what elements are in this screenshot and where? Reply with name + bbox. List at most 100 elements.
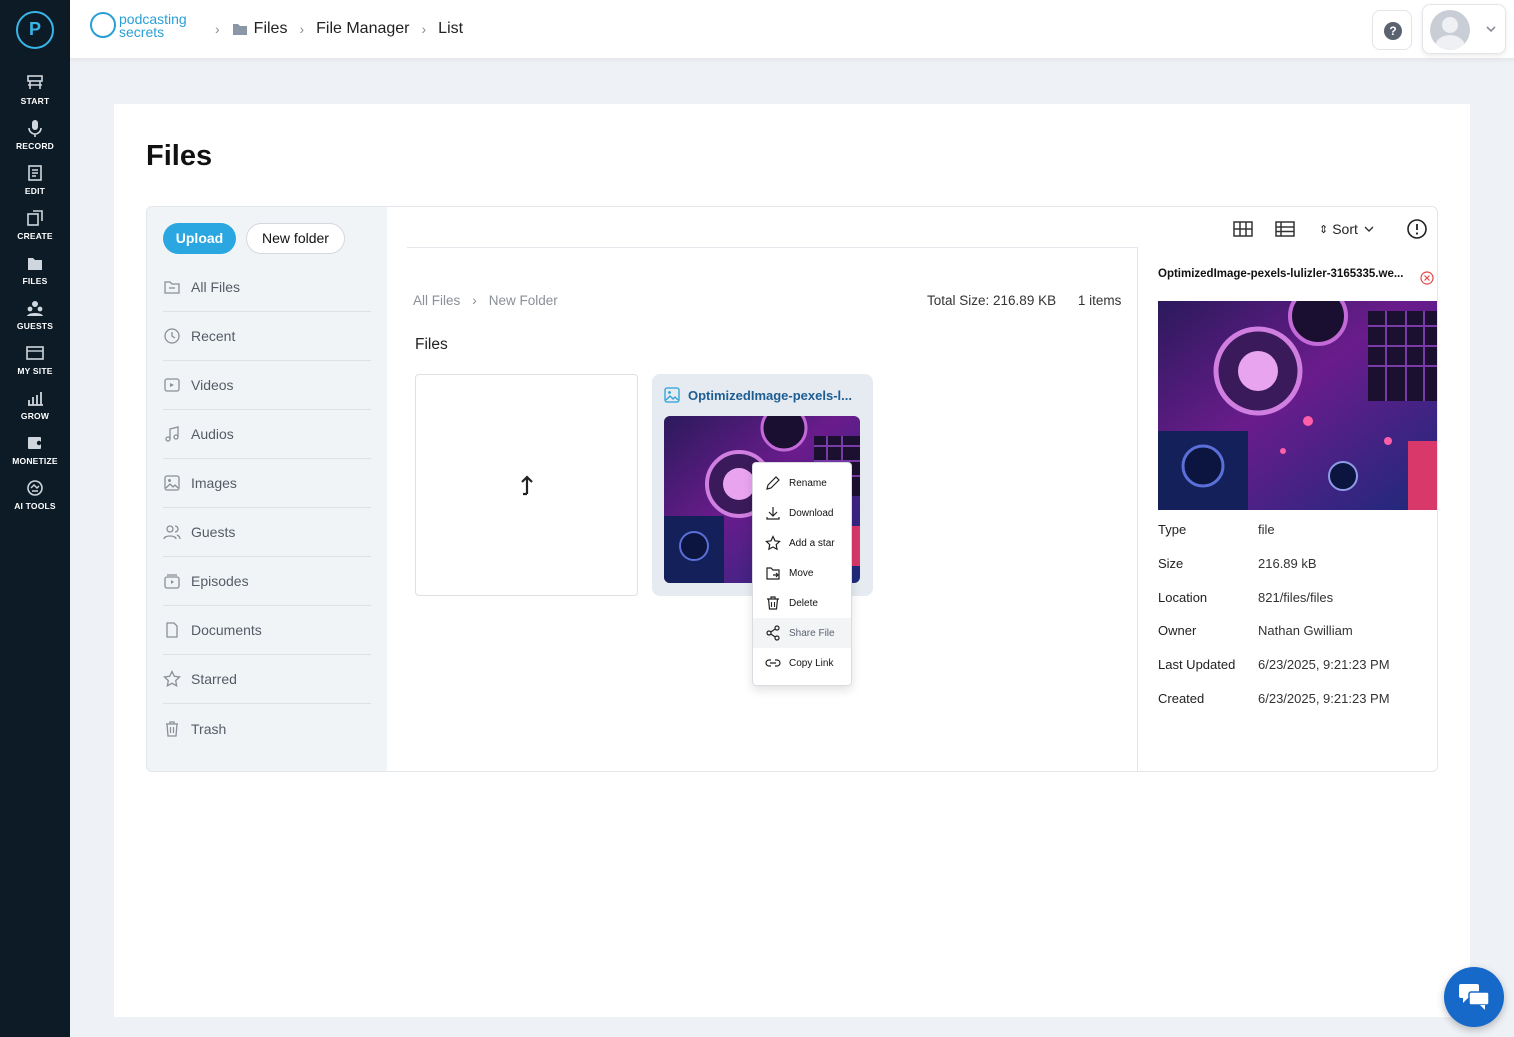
details-value: Nathan Gwilliam [1258,623,1353,638]
user-menu-button[interactable] [1422,4,1506,54]
sidebar-item-guests[interactable]: Guests [163,508,371,557]
sidebar-item-label: Starred [191,671,237,687]
details-value: 821/files/files [1258,590,1334,605]
rail-item-guests[interactable]: GUESTS [0,298,70,340]
sort-dropdown[interactable]: ⇕ Sort [1319,217,1374,241]
move-icon [766,567,780,580]
folder-totals: Total Size: 216.89 KB 1 items [927,293,1121,308]
items-count: 1 items [1077,293,1122,308]
folder-path: All Files › New Folder [413,293,558,308]
sidebar-item-label: All Files [191,279,241,295]
menu-item-label: Share File [789,627,835,639]
sidebar-item-documents[interactable]: Documents [163,606,371,655]
parent-folder-tile[interactable] [415,374,638,596]
sidebar-item-videos[interactable]: Videos [163,361,371,410]
sidebar-item-all-files[interactable]: All Files [163,263,371,312]
menu-item-label: Add a star [789,537,835,549]
menu-item-move[interactable]: Move [753,558,851,588]
menu-item-label: Copy Link [789,657,834,669]
chevron-down-icon [1364,226,1374,232]
details-key: Owner [1158,623,1197,638]
chevron-down-icon [1486,26,1496,33]
brand-line-2: secrets [119,24,165,40]
rail-label-grow: GROW [20,411,50,421]
rail-item-record[interactable]: RECORD [0,118,70,160]
file-manager: Upload New folder All Files Recent Video… [146,206,1438,772]
files-section-label: Files [415,336,448,353]
trash-icon [166,720,178,737]
episodes-icon [164,574,180,589]
rail-item-edit[interactable]: EDIT [0,163,70,205]
breadcrumb-files[interactable]: Files [254,20,288,38]
upload-button[interactable]: Upload [163,223,236,254]
guests-icon [27,301,43,316]
files-icon [28,258,42,270]
rail-item-grow[interactable]: GROW [0,388,70,430]
chat-widget-button[interactable] [1444,967,1504,1027]
left-rail: P START RECORD EDIT CREATE FILES GUESTS … [0,0,70,1037]
rail-item-create[interactable]: CREATE [0,208,70,250]
rail-label-monetize: MONETIZE [12,456,58,466]
music-icon [165,426,179,442]
app-logo[interactable]: P [16,11,54,49]
brand-mark-icon [90,12,116,38]
file-name: OptimizedImage-pexels-l... [688,388,852,403]
help-button[interactable]: ? [1372,10,1412,50]
rail-label-create: CREATE [17,231,53,241]
sidebar-item-trash[interactable]: Trash [163,704,371,753]
rail-item-my-site[interactable]: MY SITE [0,343,70,385]
sidebar-item-recent[interactable]: Recent [163,312,371,361]
sidebar-item-images[interactable]: Images [163,459,371,508]
rail-item-start[interactable]: START [0,73,70,115]
menu-item-add-star[interactable]: Add a star [753,528,851,558]
breadcrumb-separator: › [421,21,427,37]
share-icon [766,625,780,641]
sort-arrows-icon: ⇕ [1319,223,1329,236]
context-menu: Rename Download Add a star Move Delete S… [752,462,852,686]
sidebar-item-label: Videos [191,377,234,393]
details-value: 6/23/2025, 9:21:23 PM [1258,657,1390,672]
app-logo-letter: P [28,19,41,39]
details-key: Size [1158,556,1184,571]
sidebar-item-episodes[interactable]: Episodes [163,557,371,606]
sidebar-item-label: Guests [191,524,236,540]
sidebar-item-label: Trash [191,720,227,737]
breadcrumb-file-manager[interactable]: File Manager [316,20,409,38]
image-icon [164,475,180,491]
image-file-icon [664,387,680,403]
close-icon[interactable] [1420,271,1434,285]
menu-item-download[interactable]: Download [753,498,851,528]
link-icon [765,659,781,667]
help-icon: ? [1384,22,1402,40]
details-value: file [1258,522,1275,537]
path-separator: › [472,293,477,308]
menu-item-share-file[interactable]: Share File [753,618,851,648]
rail-label-ai-tools: AI TOOLS [14,501,56,511]
breadcrumb-list: List [438,20,464,37]
star-icon [163,670,181,688]
sort-label: Sort [1332,221,1358,237]
menu-item-delete[interactable]: Delete [753,588,851,618]
info-icon[interactable] [1405,217,1429,241]
sidebar-item-starred[interactable]: Starred [163,655,371,704]
rail-item-monetize[interactable]: MONETIZE [0,433,70,475]
start-icon [27,75,43,89]
rail-label-start: START [20,96,50,106]
rail-label-edit: EDIT [24,186,46,196]
rail-item-files[interactable]: FILES [0,253,70,295]
breadcrumb-separator: › [299,21,305,37]
top-bar: podcasting secrets › Files › File Manage… [70,0,1514,59]
menu-item-copy-link[interactable]: Copy Link [753,648,851,678]
list-view-icon[interactable] [1273,217,1297,241]
star-icon [765,535,781,551]
folder-icon [164,281,180,294]
path-all-files[interactable]: All Files [413,293,460,308]
new-folder-button[interactable]: New folder [246,223,345,254]
details-value: 6/23/2025, 9:21:23 PM [1258,691,1390,706]
sidebar-item-audios[interactable]: Audios [163,410,371,459]
details-key: Type [1158,522,1187,537]
grid-view-icon[interactable] [1231,217,1255,241]
menu-item-rename[interactable]: Rename [753,468,851,498]
rail-item-ai-tools[interactable]: AI TOOLS [0,478,70,520]
document-icon [166,622,178,638]
